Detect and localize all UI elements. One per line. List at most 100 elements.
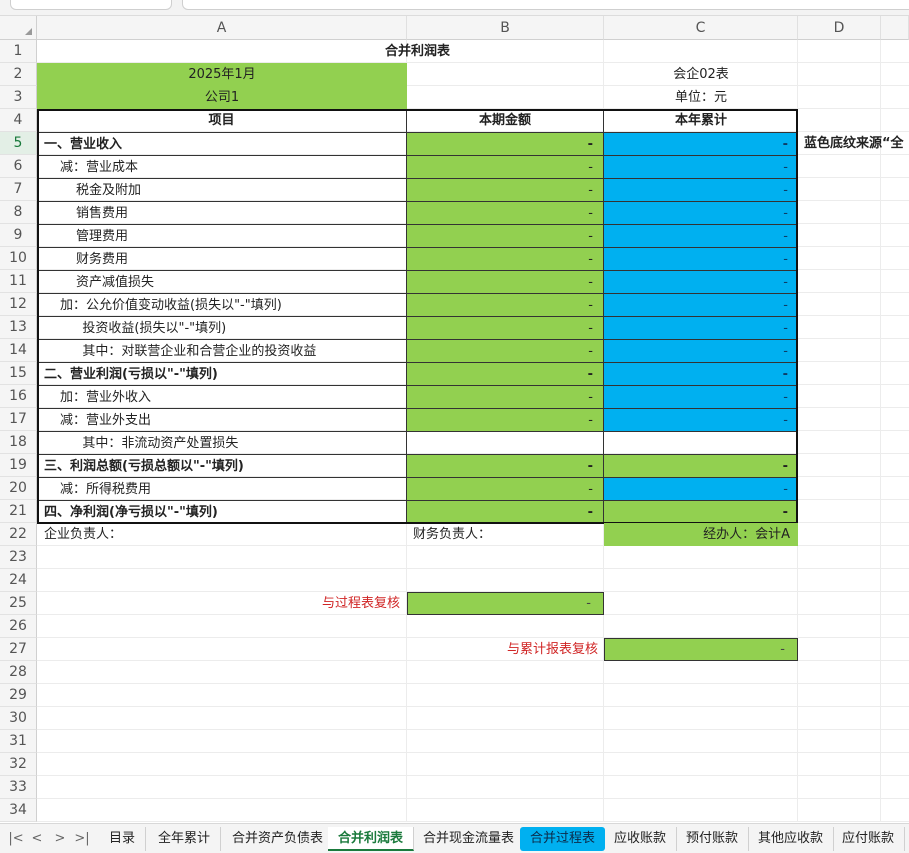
row-header[interactable]: 9: [0, 224, 37, 247]
row-header[interactable]: 23: [0, 546, 37, 569]
current-amount-cell[interactable]: -: [407, 293, 604, 316]
current-amount-cell[interactable]: -: [407, 477, 604, 500]
ytd-amount-cell[interactable]: -: [604, 155, 798, 178]
row-header[interactable]: 19: [0, 454, 37, 477]
row-header[interactable]: 13: [0, 316, 37, 339]
current-amount-cell[interactable]: -: [407, 454, 604, 477]
line-item-label: 其中：对联营企业和合营企业的投资收益: [37, 339, 407, 362]
row-header[interactable]: 11: [0, 270, 37, 293]
row-header[interactable]: 26: [0, 615, 37, 638]
ytd-amount-cell[interactable]: -: [604, 385, 798, 408]
ytd-amount-cell[interactable]: -: [604, 477, 798, 500]
current-amount-cell[interactable]: -: [407, 385, 604, 408]
row-header[interactable]: 7: [0, 178, 37, 201]
row-header[interactable]: 34: [0, 799, 37, 822]
ytd-amount-cell[interactable]: -: [604, 224, 798, 247]
ytd-amount-cell[interactable]: -: [604, 454, 798, 477]
row-header[interactable]: 27: [0, 638, 37, 661]
next-sheet-button[interactable]: >: [50, 830, 70, 848]
current-amount-cell[interactable]: [407, 431, 604, 454]
ytd-amount-cell[interactable]: -: [604, 408, 798, 431]
row-header[interactable]: 33: [0, 776, 37, 799]
ytd-amount-cell[interactable]: [604, 431, 798, 454]
ytd-amount-cell[interactable]: -: [604, 201, 798, 224]
row-header[interactable]: 14: [0, 339, 37, 362]
row-header[interactable]: 20: [0, 477, 37, 500]
column-header-a[interactable]: A: [37, 16, 407, 40]
row-header[interactable]: 5: [0, 132, 37, 155]
line-item-label: 三、利润总额(亏损总额以"-"填列): [37, 454, 407, 477]
current-amount-cell[interactable]: -: [407, 247, 604, 270]
line-item-label: 税金及附加: [37, 178, 407, 201]
row-header[interactable]: 2: [0, 63, 37, 86]
sheet-tab[interactable]: 全年累计: [148, 827, 222, 851]
current-amount-cell[interactable]: -: [407, 408, 604, 431]
row-header[interactable]: 24: [0, 569, 37, 592]
sheet-tab[interactable]: 合并资产负债表: [222, 827, 335, 851]
current-amount-cell[interactable]: -: [407, 362, 604, 385]
row-header[interactable]: 31: [0, 730, 37, 753]
row-header[interactable]: 22: [0, 523, 37, 546]
row-header[interactable]: 25: [0, 592, 37, 615]
handler-cell[interactable]: 经办人：会计A: [604, 523, 798, 546]
ytd-amount-cell[interactable]: -: [604, 362, 798, 385]
row-header[interactable]: 21: [0, 500, 37, 523]
ytd-amount-cell[interactable]: -: [604, 293, 798, 316]
current-amount-cell[interactable]: -: [407, 339, 604, 362]
period-cell[interactable]: 2025年1月: [37, 63, 407, 86]
row-header[interactable]: 30: [0, 707, 37, 730]
current-amount-cell[interactable]: -: [407, 270, 604, 293]
row-header[interactable]: 3: [0, 86, 37, 109]
row-header[interactable]: 12: [0, 293, 37, 316]
column-header-c[interactable]: C: [604, 16, 798, 40]
current-amount-cell[interactable]: -: [407, 132, 604, 155]
enterprise-head-label: 企业负责人：: [44, 527, 123, 542]
formula-input[interactable]: [182, 0, 909, 10]
row-header[interactable]: 1: [0, 40, 37, 63]
ytd-amount-cell[interactable]: -: [604, 178, 798, 201]
sheet-tab[interactable]: 其他应收款: [748, 827, 835, 851]
column-header-b[interactable]: B: [407, 16, 604, 40]
sheet-tab[interactable]: 合并利润表: [328, 827, 415, 851]
name-box[interactable]: [10, 0, 172, 10]
prev-sheet-button[interactable]: <: [27, 830, 47, 848]
row-header[interactable]: 4: [0, 109, 37, 132]
row-header[interactable]: 18: [0, 431, 37, 454]
last-sheet-button[interactable]: >|: [72, 830, 92, 848]
check-value-cumulative[interactable]: -: [604, 638, 798, 661]
current-amount-cell[interactable]: -: [407, 201, 604, 224]
company-cell[interactable]: 公司1: [37, 86, 407, 109]
current-amount-cell[interactable]: -: [407, 500, 604, 523]
check-label-cumulative: 与累计报表复核: [506, 642, 598, 657]
row-header[interactable]: 17: [0, 408, 37, 431]
ytd-amount-cell[interactable]: -: [604, 339, 798, 362]
ytd-amount-cell[interactable]: -: [604, 500, 798, 523]
ytd-amount-cell[interactable]: -: [604, 316, 798, 339]
first-sheet-button[interactable]: |<: [6, 830, 26, 848]
row-header[interactable]: 16: [0, 385, 37, 408]
ytd-amount-cell[interactable]: -: [604, 270, 798, 293]
ytd-amount-cell[interactable]: -: [604, 247, 798, 270]
sheet-tab[interactable]: 目录: [99, 827, 147, 851]
sheet-tab[interactable]: 应付账款: [832, 827, 906, 851]
current-amount-cell[interactable]: -: [407, 178, 604, 201]
current-amount-cell[interactable]: -: [407, 155, 604, 178]
sheet-tab[interactable]: 预付账款: [676, 827, 750, 851]
row-header[interactable]: 32: [0, 753, 37, 776]
sheet-tab[interactable]: 合并过程表: [520, 827, 606, 851]
current-amount-cell[interactable]: -: [407, 224, 604, 247]
row-header[interactable]: 29: [0, 684, 37, 707]
row-header[interactable]: 15: [0, 362, 37, 385]
check-value-process[interactable]: -: [407, 592, 604, 615]
row-header[interactable]: 10: [0, 247, 37, 270]
sheet-tab[interactable]: 合并现金流量表: [413, 827, 526, 851]
sheet-tab[interactable]: 应收账款: [604, 827, 678, 851]
row-header[interactable]: 8: [0, 201, 37, 224]
select-all-corner[interactable]: [0, 16, 37, 40]
ytd-amount-cell[interactable]: -: [604, 132, 798, 155]
row-header[interactable]: 6: [0, 155, 37, 178]
row-header[interactable]: 28: [0, 661, 37, 684]
column-header-e[interactable]: [881, 16, 909, 40]
current-amount-cell[interactable]: -: [407, 316, 604, 339]
column-header-d[interactable]: D: [798, 16, 881, 40]
